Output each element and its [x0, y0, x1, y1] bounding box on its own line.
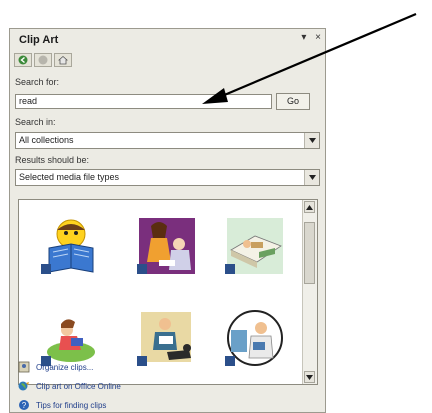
doctor-reading-clip-image: [225, 310, 283, 366]
clip-thumbnail[interactable]: [225, 308, 285, 368]
scroll-up-button[interactable]: [304, 201, 315, 213]
search-in-value: All collections: [19, 135, 74, 145]
results-scrollbar[interactable]: [302, 200, 317, 384]
close-pane-icon[interactable]: ×: [315, 32, 321, 43]
clip-thumbnail[interactable]: [41, 216, 101, 276]
scroll-down-button[interactable]: [304, 371, 315, 383]
tips-finding-clips-link[interactable]: ? Tips for finding clips: [18, 398, 106, 412]
clip-results-panel: [18, 199, 318, 385]
scroll-thumb[interactable]: [304, 222, 315, 284]
results-should-be-label: Results should be:: [15, 155, 90, 165]
home-button[interactable]: [54, 53, 72, 67]
dropdown-arrow-icon[interactable]: [304, 170, 319, 185]
search-input[interactable]: read: [15, 94, 272, 109]
titlebar-controls: ▾ ×: [295, 32, 321, 43]
search-in-dropdown[interactable]: All collections: [15, 132, 320, 149]
forward-arrow-icon: [38, 55, 48, 65]
scroll-down-arrow-icon: [306, 374, 313, 380]
home-icon: [58, 55, 68, 65]
task-pane-titlebar: Clip Art ▾ ×: [10, 29, 325, 51]
svg-text:?: ?: [22, 401, 27, 410]
person-reading-in-bed-clip-image: [225, 218, 283, 274]
tips-icon: ?: [19, 400, 29, 410]
forward-button[interactable]: [34, 53, 52, 67]
clip-art-online-label: Clip art on Office Online: [36, 381, 121, 391]
clip-thumbnail[interactable]: [137, 216, 197, 276]
back-button[interactable]: [14, 53, 32, 67]
emoji-reading-book-clip-image: [41, 219, 94, 274]
clip-art-online-link[interactable]: Clip art on Office Online: [18, 379, 121, 393]
organize-clips-label: Organize clips...: [36, 362, 94, 372]
clip-thumbnail[interactable]: [225, 216, 285, 276]
office-online-icon: [18, 381, 29, 391]
woman-reading-to-elderly-clip-image: [137, 218, 195, 274]
dropdown-arrow-icon[interactable]: [304, 133, 319, 148]
clip-thumbnail[interactable]: [41, 308, 101, 368]
back-arrow-icon: [18, 55, 28, 65]
scroll-up-arrow-icon: [306, 204, 313, 210]
task-pane-title: Clip Art: [19, 34, 59, 46]
tips-label: Tips for finding clips: [36, 400, 107, 410]
pane-navigation-bar: [14, 53, 72, 67]
go-button[interactable]: Go: [276, 93, 310, 110]
man-reading-with-dog-clip-image: [137, 312, 191, 366]
organize-clips-link[interactable]: Organize clips...: [18, 360, 93, 374]
search-for-label: Search for:: [15, 77, 60, 87]
media-type-dropdown[interactable]: Selected media file types: [15, 169, 320, 186]
girl-reading-on-grass-clip-image: [41, 310, 99, 366]
clip-art-task-pane: Clip Art ▾ × Search for: read Go Search …: [9, 28, 326, 413]
pane-options-dropdown-icon[interactable]: ▾: [301, 32, 306, 43]
media-type-value: Selected media file types: [19, 172, 120, 182]
clip-thumbnail[interactable]: [137, 308, 197, 368]
search-in-label: Search in:: [15, 117, 56, 127]
organize-clips-icon: [18, 361, 30, 373]
